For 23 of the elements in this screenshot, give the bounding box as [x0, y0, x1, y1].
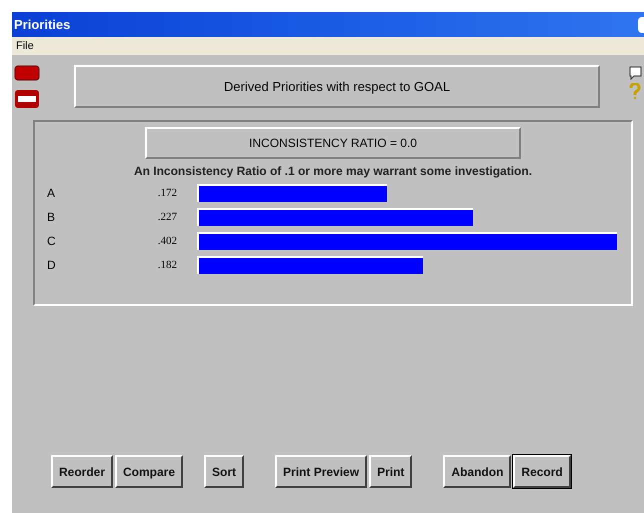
- speech-bubble-icon[interactable]: [628, 65, 642, 81]
- abc-tile-icon[interactable]: [14, 89, 40, 109]
- window-title: Priorities: [13, 16, 70, 34]
- priority-value: .182: [156, 258, 177, 273]
- row-label: B: [46, 209, 56, 226]
- action-button[interactable]: Print: [369, 455, 412, 488]
- tile-icon[interactable]: [14, 65, 40, 81]
- menu-item[interactable]: File: [14, 38, 36, 54]
- action-button[interactable]: Print Preview: [275, 455, 368, 488]
- priority-value: .227: [156, 210, 177, 225]
- ratio-display: INCONSISTENCY RATIO = 0.0: [145, 127, 521, 159]
- priority-value: .402: [156, 234, 177, 249]
- action-button[interactable]: Sort: [204, 455, 244, 488]
- header-panel: Derived Priorities with respect to GOAL: [74, 65, 600, 108]
- action-button[interactable]: Compare: [115, 455, 184, 488]
- row-label: D: [46, 257, 57, 274]
- action-button[interactable]: Reorder: [51, 455, 114, 488]
- priority-value: .172: [156, 186, 177, 201]
- action-button[interactable]: Abandon: [443, 455, 512, 488]
- note-text: An Inconsistency Ratio of .1 or more may warrant some investigation.: [134, 163, 532, 180]
- row-label: A: [46, 185, 56, 202]
- action-button[interactable]: Record: [513, 455, 571, 488]
- row-label: C: [46, 233, 57, 250]
